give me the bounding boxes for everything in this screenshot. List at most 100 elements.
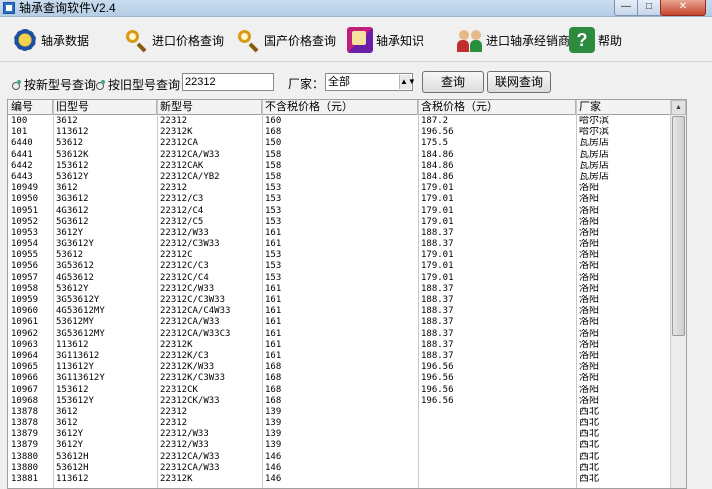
table-row[interactable]: 10958 53612Y 22312C/W33 161 188.37 洛阳 — [8, 284, 680, 295]
online-query-button[interactable]: 联网查询 — [487, 71, 551, 93]
table-row[interactable]: 10962 3G53612MY 22312CA/W33C3 161 188.37 洛阳 — [8, 329, 680, 340]
table-row[interactable]: 13879 3612Y 22312/W33 139 西北 — [8, 429, 680, 440]
cell-old-model: 3612Y — [56, 429, 84, 440]
toolbar: 轴承数据 进口价格查询 国产价格查询 轴承知识 进口轴承经销商 帮助 — [0, 17, 712, 62]
dropdown-arrow-icon: ▲▼ — [399, 75, 416, 89]
cell-price-incl-tax: 196.56 — [421, 373, 454, 384]
column-header-new-model[interactable]: 新型号 — [157, 100, 262, 115]
table-row[interactable]: 10964 3G113612 22312K/C3 161 188.37 洛阳 — [8, 351, 680, 362]
radio-new-model[interactable]: 按新型号查询 — [12, 76, 96, 93]
table-row[interactable]: 10955 53612 22312C 153 179.01 洛阳 — [8, 250, 680, 261]
cell-new-model: 22312K/C3 — [160, 350, 209, 361]
vertical-scrollbar[interactable]: ▲ — [670, 100, 686, 488]
cell-price-excl-tax: 139 — [265, 418, 282, 429]
table-row[interactable]: 13881 113612 22312K 146 西北 — [8, 474, 680, 485]
cell-old-model: 53612Y — [56, 171, 89, 182]
import-dealer-button[interactable]: 进口轴承经销商 — [457, 26, 570, 54]
help-button[interactable]: 帮助 — [569, 26, 622, 54]
table-row[interactable]: 101 113612 22312K 168 196.56 哈尔滨 — [8, 127, 680, 138]
table-row[interactable]: 10952 5G3612 22312/C5 153 179.01 洛阳 — [8, 217, 680, 228]
cell-factory: 洛阳 — [579, 183, 599, 194]
table-row[interactable]: 10950 3G3612 22312/C3 153 179.01 洛阳 — [8, 194, 680, 205]
column-header-factory[interactable]: 厂家 — [576, 100, 680, 115]
cell-factory: 洛阳 — [579, 272, 599, 283]
table-row[interactable]: 10949 3612 22312 153 179.01 洛阳 — [8, 183, 680, 194]
cell-old-model: 53612MY — [56, 317, 94, 328]
bearing-data-button[interactable]: 轴承数据 — [12, 26, 89, 54]
cell-price-incl-tax — [418, 474, 576, 485]
cell-factory: 洛阳 — [579, 250, 599, 261]
cell-price-excl-tax: 153 — [265, 183, 282, 194]
table-row[interactable]: 6441 53612K 22312CA/W33 158 184.86 瓦房店 — [8, 150, 680, 161]
table-row[interactable]: 10953 3612Y 22312/W33 161 188.37 洛阳 — [8, 228, 680, 239]
model-input[interactable]: 22312 — [182, 73, 274, 91]
cell-new-model: 22312 — [160, 183, 188, 194]
cell-price-incl-tax: 188.37 — [421, 227, 454, 238]
table-row[interactable]: 100 3612 22312 160 187.2 哈尔滨 — [8, 116, 680, 127]
table-row[interactable]: 13880 53612H 22312CA/W33 146 西北 — [8, 463, 680, 474]
table-row[interactable]: 6440 53612 22312CA 150 175.5 瓦房店 — [8, 138, 680, 149]
cell-old-model: 3G113612 — [56, 350, 100, 361]
column-header-price-incl-tax[interactable]: 含税价格（元） — [418, 100, 576, 115]
cell-price-incl-tax: 179.01 — [421, 216, 454, 227]
help-label: 帮助 — [598, 33, 623, 48]
column-header-old-model[interactable]: 旧型号 — [53, 100, 157, 115]
minimize-button[interactable]: — — [614, 0, 638, 16]
table-row[interactable]: 10957 4G53612 22312C/C4 153 179.01 洛阳 — [8, 273, 680, 284]
column-header-no[interactable]: 编号 — [8, 100, 53, 115]
radio-old-model[interactable]: 按旧型号查询 — [96, 76, 180, 93]
cell-new-model: 22312CK/W33 — [160, 395, 220, 406]
cell-price-excl-tax: 153 — [265, 250, 282, 261]
table-row[interactable]: 13879 3612Y 22312/W33 139 西北 — [8, 440, 680, 451]
scroll-thumb[interactable] — [672, 116, 685, 336]
people-icon — [457, 27, 483, 53]
cell-price-incl-tax: 188.37 — [421, 239, 454, 250]
factory-select[interactable]: 全部 ▲▼ — [325, 73, 416, 91]
table-row[interactable]: 10954 3G3612Y 22312/C3W33 161 188.37 洛阳 — [8, 239, 680, 250]
cell-no: 10956 — [11, 261, 39, 272]
column-header-price-excl-tax[interactable]: 不含税价格（元） — [262, 100, 418, 115]
table-row[interactable]: 10961 53612MY 22312CA/W33 161 188.37 洛阳 — [8, 317, 680, 328]
table-row[interactable]: 10966 3G113612Y 22312K/C3W33 168 196.56 洛阳 — [8, 373, 680, 384]
cell-old-model: 153612 — [56, 160, 89, 171]
table-row[interactable]: 6443 53612Y 22312CA/YB2 158 184.86 瓦房店 — [8, 172, 680, 183]
cell-price-excl-tax: 153 — [265, 272, 282, 283]
cell-price-excl-tax: 158 — [265, 149, 282, 160]
cell-old-model: 53612Y — [56, 283, 89, 294]
cell-old-model: 113612Y — [56, 362, 94, 373]
cell-no: 13878 — [11, 406, 39, 417]
cell-factory: 洛阳 — [579, 317, 599, 328]
query-button[interactable]: 查询 — [422, 71, 484, 93]
cell-price-incl-tax: 179.01 — [421, 261, 454, 272]
table-row[interactable]: 10959 3G53612Y 22312C/C3W33 161 188.37 洛阳 — [8, 295, 680, 306]
bearing-knowledge-button[interactable]: 轴承知识 — [347, 26, 424, 54]
cell-no: 10953 — [11, 227, 39, 238]
cell-price-excl-tax: 158 — [265, 160, 282, 171]
table-row[interactable]: 10960 4G53612MY 22312CA/C4W33 161 188.37 洛阳 — [8, 306, 680, 317]
table-row[interactable]: 10956 3G53612 22312C/C3 153 179.01 洛阳 — [8, 261, 680, 272]
cell-new-model: 22312C/C3W33 — [160, 295, 226, 305]
factory-selected-value: 全部 — [328, 76, 350, 88]
import-price-query-button[interactable]: 进口价格查询 — [123, 26, 224, 54]
table-row[interactable]: 10963 113612 22312K 161 188.37 洛阳 — [8, 340, 680, 351]
cell-no: 10961 — [11, 317, 39, 328]
close-button[interactable]: ✕ — [660, 0, 706, 16]
table-row[interactable]: 13878 3612 22312 139 西北 — [8, 407, 680, 418]
table-row[interactable]: 10965 113612Y 22312K/W33 168 196.56 洛阳 — [8, 362, 680, 373]
cell-factory: 西北 — [579, 462, 599, 473]
table-row[interactable]: 10967 153612 22312CK 168 196.56 洛阳 — [8, 385, 680, 396]
cell-factory: 西北 — [579, 474, 599, 484]
table-row[interactable]: 13878 3612 22312 139 西北 — [8, 418, 680, 429]
maximize-button[interactable]: □ — [637, 0, 661, 16]
cell-factory: 西北 — [579, 451, 599, 462]
scroll-up-arrow-icon[interactable]: ▲ — [671, 100, 686, 115]
table-row[interactable]: 10968 153612Y 22312CK/W33 168 196.56 洛阳 — [8, 396, 680, 407]
domestic-price-query-button[interactable]: 国产价格查询 — [235, 26, 336, 54]
cell-price-incl-tax — [418, 452, 576, 463]
factory-label: 厂家： — [288, 77, 325, 91]
table-row[interactable]: 10951 4G3612 22312/C4 153 179.01 洛阳 — [8, 206, 680, 217]
table-row[interactable]: 13880 53612H 22312CA/W33 146 西北 — [8, 452, 680, 463]
cell-new-model: 22312CA — [160, 138, 198, 149]
cell-price-incl-tax — [418, 407, 576, 418]
table-row[interactable]: 6442 153612 22312CAK 158 184.86 瓦房店 — [8, 161, 680, 172]
